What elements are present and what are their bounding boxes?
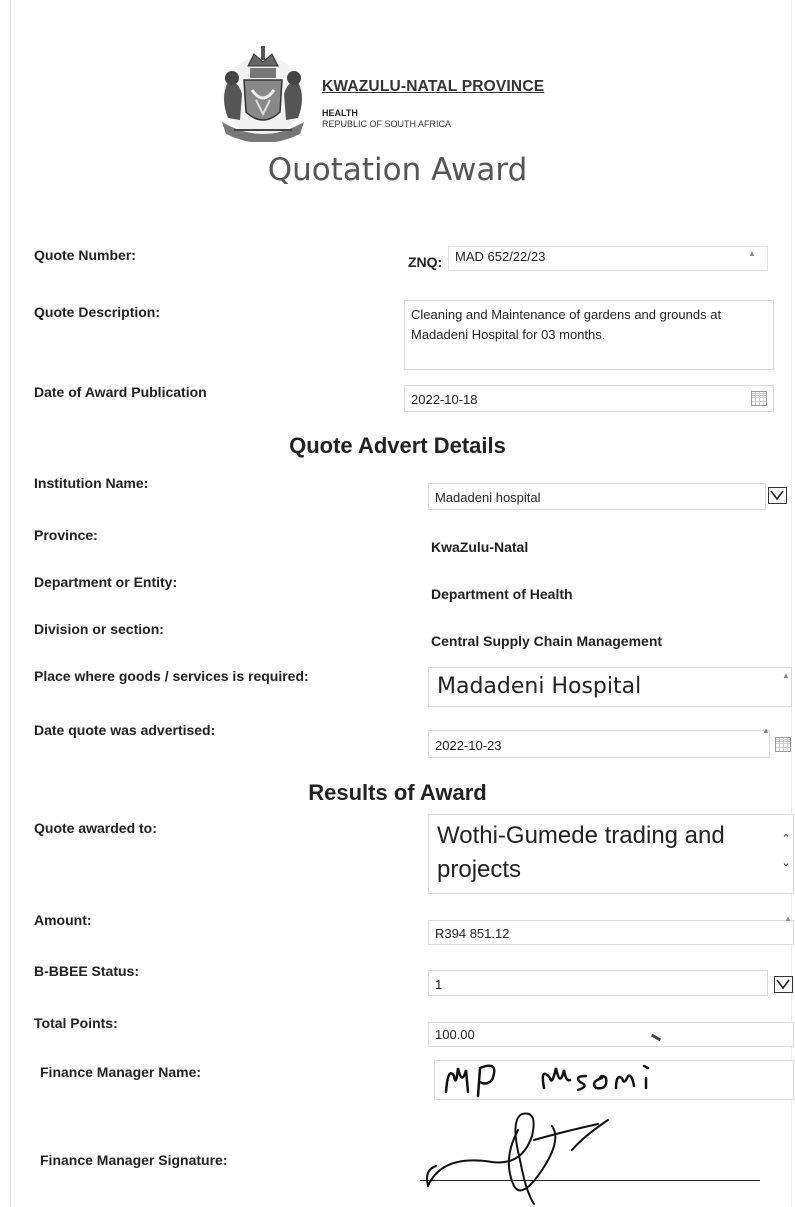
page-title: Quotation Award (267, 152, 528, 188)
handwritten-name (444, 1064, 650, 1098)
division-label: Division or section: (34, 621, 164, 637)
place-value: Madadeni Hospital (437, 674, 642, 699)
dropdown-arrow-icon[interactable] (768, 487, 787, 504)
quote-description-value: Cleaning and Maintenance of gardens and … (411, 307, 722, 342)
bbbee-label: B-BBEE Status: (34, 963, 140, 979)
amount-field[interactable]: R394 851.12 (428, 920, 794, 945)
bbbee-value: 1 (435, 977, 443, 992)
institution-label: Institution Name: (34, 475, 149, 491)
calendar-icon[interactable] (775, 737, 791, 752)
institution-select[interactable]: Madadeni hospital (428, 483, 766, 510)
quote-number-prefix: ZNQ: (408, 254, 443, 270)
signature-image (426, 1112, 609, 1205)
quote-number-value: MAD 652/22/23 (455, 249, 546, 264)
calendar-icon[interactable] (751, 391, 767, 406)
country-name: REPUBLIC OF SOUTH AFRICA (322, 119, 452, 129)
department-value: Department of Health (431, 586, 573, 602)
finance-manager-signature-label: Finance Manager Signature: (40, 1152, 228, 1168)
coat-of-arms-icon (222, 46, 304, 142)
date-advertised-field[interactable]: 2022-10-23 (428, 730, 770, 758)
awarded-to-field[interactable]: Wothi-Gumede trading and projects (428, 814, 794, 894)
field-scroll-icon: ▲ (784, 914, 792, 923)
total-points-label: Total Points: (34, 1015, 118, 1031)
date-publication-value: 2022-10-18 (411, 392, 478, 407)
bbbee-select[interactable]: 1 (428, 970, 768, 996)
section-heading-results: Results of Award (308, 780, 487, 805)
field-scroll-icon: ▲ (782, 671, 790, 680)
amount-label: Amount: (34, 912, 92, 928)
quote-description-label: Quote Description: (34, 304, 161, 320)
scroll-up-icon[interactable]: ⌃ (780, 832, 792, 846)
total-points-value: 100.00 (435, 1027, 475, 1042)
field-scroll-icon: ▲ (748, 249, 756, 258)
department-label: Department or Entity: (34, 574, 178, 590)
province-value: KwaZulu-Natal (431, 539, 529, 555)
awarded-to-value: Wothi-Gumede trading and projects (437, 822, 725, 883)
date-publication-label: Date of Award Publication (34, 384, 207, 400)
quote-number-field[interactable]: MAD 652/22/23 (448, 246, 768, 271)
quote-number-label: Quote Number: (34, 247, 136, 263)
place-field[interactable]: Madadeni Hospital (428, 667, 792, 707)
finance-manager-name-label: Finance Manager Name: (40, 1064, 202, 1080)
section-heading-advert: Quote Advert Details (289, 433, 506, 458)
date-advertised-label: Date quote was advertised: (34, 722, 216, 738)
quote-description-field[interactable]: Cleaning and Maintenance of gardens and … (404, 300, 774, 370)
total-points-field[interactable]: 100.00 (428, 1022, 794, 1047)
province-label: Province: (34, 527, 98, 543)
department-name: HEALTH (322, 108, 358, 118)
province-name: KWAZULU-NATAL PROVINCE (322, 78, 545, 95)
division-value: Central Supply Chain Management (431, 633, 663, 649)
awarded-to-label: Quote awarded to: (34, 820, 157, 836)
place-label: Place where goods / services is required… (34, 668, 309, 684)
field-scroll-icon: ▲ (762, 726, 770, 735)
dropdown-arrow-icon[interactable] (774, 976, 793, 993)
scroll-down-icon[interactable]: ⌄ (780, 856, 792, 870)
date-publication-field[interactable]: 2022-10-18 (404, 385, 774, 412)
institution-value: Madadeni hospital (435, 490, 541, 505)
quotation-award-page: KWAZULU-NATAL PROVINCE HEALTH REPUBLIC O… (0, 0, 795, 1207)
amount-value: R394 851.12 (435, 926, 510, 941)
date-advertised-value: 2022-10-23 (435, 738, 502, 753)
